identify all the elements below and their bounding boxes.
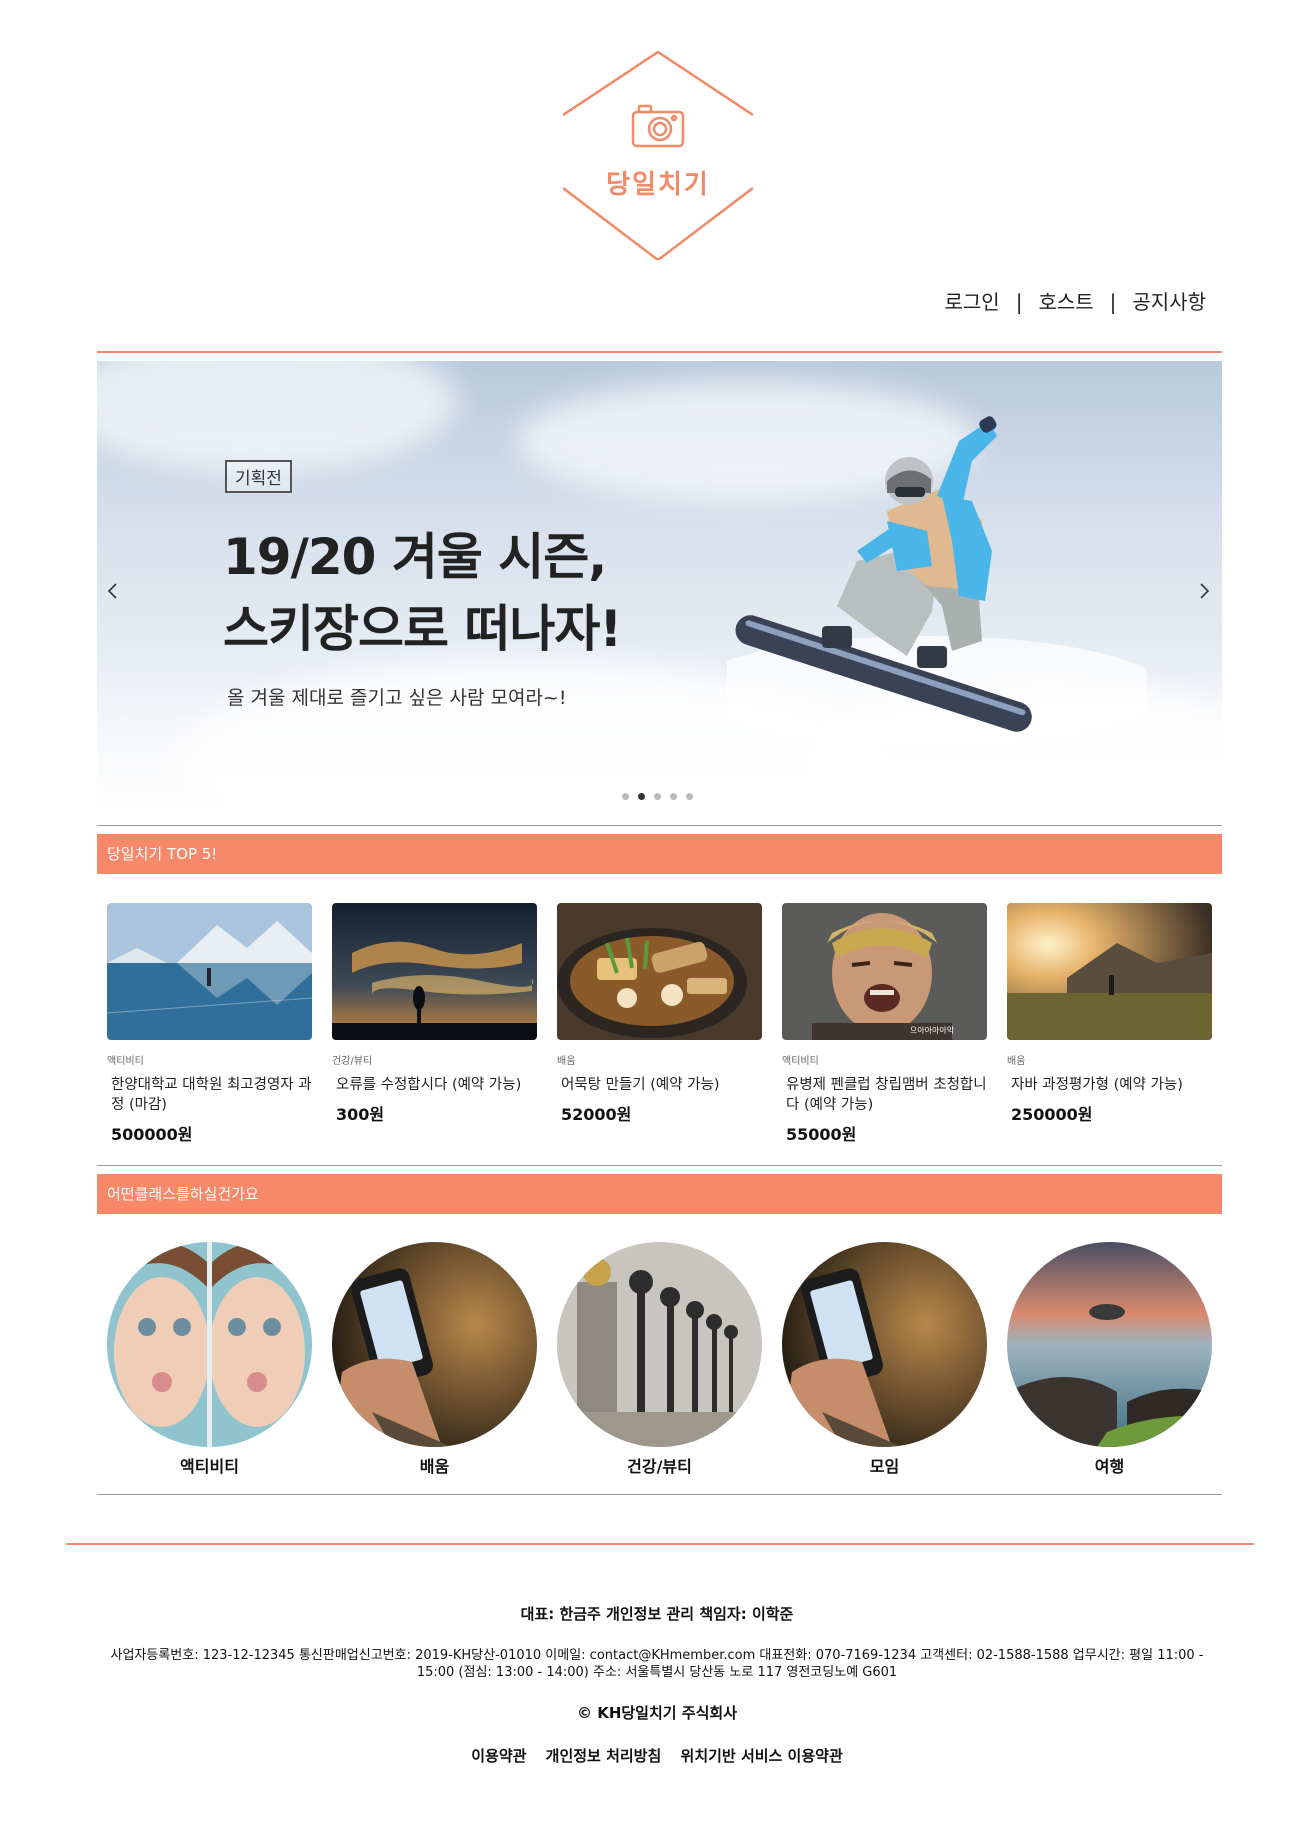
product-title[interactable]: 오류를 수정합시다 (예약 가능) bbox=[332, 1075, 537, 1095]
footer-link-terms[interactable]: 이용약관 bbox=[471, 1747, 526, 1765]
footer-link-location-terms[interactable]: 위치기반 서비스 이용약관 bbox=[681, 1747, 843, 1765]
carousel-dot[interactable] bbox=[654, 793, 661, 800]
product-title[interactable]: 어묵탕 만들기 (예약 가능) bbox=[557, 1075, 762, 1095]
banner-subhead: 올 겨울 제대로 즐기고 싶은 사람 모여라~! bbox=[227, 687, 567, 709]
category-activity[interactable]: 액티비티 bbox=[107, 1242, 312, 1477]
product-thumbnail bbox=[1007, 903, 1212, 1040]
camera-icon bbox=[631, 104, 685, 148]
banner-headline-line1: 19/20 겨울 시즌, bbox=[223, 528, 607, 586]
product-price: 55000원 bbox=[786, 1125, 857, 1144]
section-divider bbox=[97, 1494, 1222, 1495]
classes-header: 어떤클래스를하실건가요 bbox=[97, 1174, 1222, 1214]
category-label: 모임 bbox=[869, 1457, 900, 1476]
product-price: 250000원 bbox=[1011, 1105, 1093, 1124]
product-card[interactable]: 배움 어묵탕 만들기 (예약 가능) 52000원 bbox=[557, 903, 762, 1125]
category-label: 액티비티 bbox=[180, 1457, 239, 1476]
product-category: 액티비티 bbox=[107, 1056, 144, 1067]
category-label: 건강/뷰티 bbox=[627, 1457, 692, 1476]
brand-name: 당일치기 bbox=[606, 170, 710, 200]
product-thumbnail: 으아아아아악 bbox=[782, 903, 987, 1040]
category-label: 배움 bbox=[419, 1457, 450, 1476]
chevron-left-icon[interactable] bbox=[105, 581, 125, 601]
category-image bbox=[1007, 1242, 1212, 1447]
category-list: 액티비티 배움 건강/뷰티 모임 여행 bbox=[107, 1242, 1212, 1482]
top-nav: 로그인 | 호스트 | 공지사항 bbox=[944, 286, 1206, 315]
carousel-dot[interactable] bbox=[670, 793, 677, 800]
product-card[interactable]: 건강/뷰티 오류를 수정합시다 (예약 가능) 300원 bbox=[332, 903, 537, 1125]
product-title[interactable]: 한양대학교 대학원 최고경영자 과정 (마감) bbox=[107, 1075, 312, 1115]
top5-list: 액티비티 한양대학교 대학원 최고경영자 과정 (마감) 500000원 건강/… bbox=[107, 903, 1212, 1145]
banner-headline-line2: 스키장으로 떠나자! bbox=[223, 600, 622, 658]
category-health-beauty[interactable]: 건강/뷰티 bbox=[557, 1242, 762, 1477]
footer-copyright: © KH당일치기 주식회사 bbox=[576, 1704, 738, 1722]
product-price: 500000원 bbox=[111, 1125, 193, 1144]
product-price: 52000원 bbox=[561, 1105, 632, 1124]
carousel-indicators bbox=[622, 793, 693, 800]
header-divider bbox=[97, 351, 1222, 353]
footer-representative: 대표: 한금주 개인정보 관리 책임자: 이학준 bbox=[520, 1605, 794, 1623]
banner-cloud bbox=[97, 361, 457, 471]
top5-header: 당일치기 TOP 5! bbox=[97, 834, 1222, 874]
chevron-right-icon[interactable] bbox=[1196, 581, 1216, 601]
category-image bbox=[332, 1242, 537, 1447]
product-category: 건강/뷰티 bbox=[332, 1056, 373, 1067]
product-price: 300원 bbox=[336, 1105, 385, 1124]
category-label: 여행 bbox=[1094, 1457, 1125, 1476]
footer-divider bbox=[66, 1543, 1254, 1545]
nav-host[interactable]: 호스트 bbox=[1038, 290, 1093, 314]
category-learning[interactable]: 배움 bbox=[332, 1242, 537, 1477]
banner-badge: 기획전 bbox=[225, 460, 292, 493]
logo-diamond bbox=[562, 50, 754, 262]
nav-separator: | bbox=[1015, 290, 1023, 314]
product-card[interactable]: 배움 자바 과정평가형 (예약 가능) 250000원 bbox=[1007, 903, 1212, 1125]
product-title[interactable]: 유병제 펜클럽 창립맴버 초청합니다 (예약 가능) bbox=[782, 1075, 987, 1115]
product-card[interactable]: 액티비티 한양대학교 대학원 최고경영자 과정 (마감) 500000원 bbox=[107, 903, 312, 1145]
section-divider bbox=[97, 825, 1222, 826]
snowboarder-image bbox=[727, 416, 1147, 746]
product-thumbnail bbox=[557, 903, 762, 1040]
category-image bbox=[107, 1242, 312, 1447]
product-card[interactable]: 으아아아아악 액티비티 유병제 펜클럽 창립맴버 초청합니다 (예약 가능) 5… bbox=[782, 903, 987, 1145]
category-travel[interactable]: 여행 bbox=[1007, 1242, 1212, 1477]
product-title[interactable]: 자바 과정평가형 (예약 가능) bbox=[1007, 1075, 1212, 1095]
logo[interactable]: 당일치기 bbox=[562, 50, 754, 262]
banner-headline: 19/20 겨울 시즌, 스키장으로 떠나자! bbox=[223, 521, 622, 665]
product-category: 배움 bbox=[1007, 1056, 1026, 1067]
hero-banner[interactable]: 기획전 19/20 겨울 시즌, 스키장으로 떠나자! 올 겨울 제대로 즐기고… bbox=[97, 361, 1222, 811]
category-image bbox=[782, 1242, 987, 1447]
carousel-dot-active[interactable] bbox=[638, 793, 645, 800]
carousel-dot[interactable] bbox=[622, 793, 629, 800]
carousel-dot[interactable] bbox=[686, 793, 693, 800]
nav-login[interactable]: 로그인 bbox=[944, 290, 999, 314]
product-category: 액티비티 bbox=[782, 1056, 819, 1067]
photo-caption: 으아아아아악 bbox=[910, 1025, 955, 1035]
footer-link-privacy[interactable]: 개인정보 처리방침 bbox=[546, 1747, 662, 1765]
product-thumbnail bbox=[107, 903, 312, 1040]
category-image bbox=[557, 1242, 762, 1447]
section-divider bbox=[97, 1165, 1222, 1166]
nav-separator: | bbox=[1109, 290, 1117, 314]
product-category: 배움 bbox=[557, 1056, 576, 1067]
nav-notice[interactable]: 공지사항 bbox=[1132, 290, 1206, 314]
product-thumbnail bbox=[332, 903, 537, 1040]
footer-business-info: 사업자등록번호: 123-12-12345 통신판매업신고번호: 2019-KH… bbox=[110, 1648, 1204, 1680]
footer-links: 이용약관 개인정보 처리방침 위치기반 서비스 이용약관 bbox=[80, 1745, 1234, 1766]
category-meetup[interactable]: 모임 bbox=[782, 1242, 987, 1477]
